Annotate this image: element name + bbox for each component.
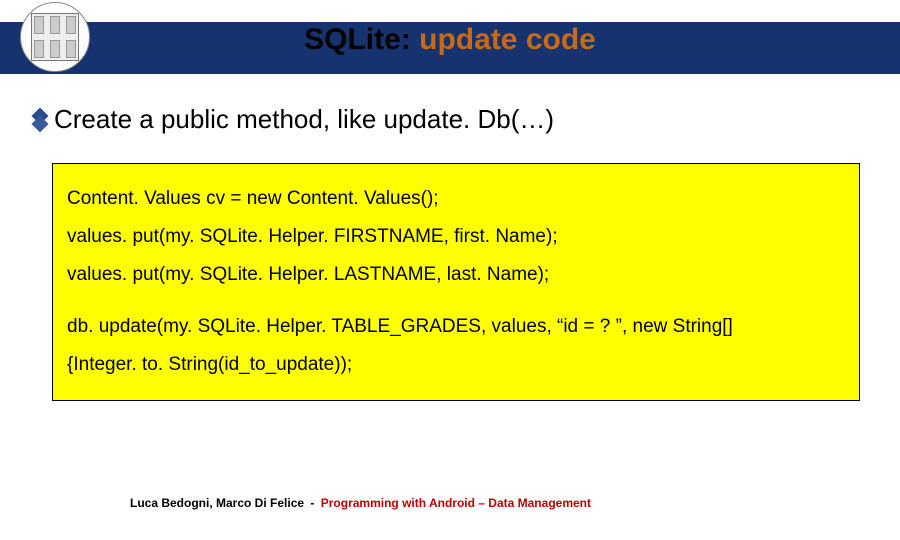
code-line-4: db. update(my. SQLite. Helper. TABLE_GRA… xyxy=(67,308,845,346)
header-white-band xyxy=(0,0,900,22)
diamond-bullet-icon xyxy=(30,110,50,130)
slide-title: SQLite: update code xyxy=(0,22,900,58)
slide-content: Create a public method, like update. Db(… xyxy=(0,74,900,401)
code-box: Content. Values cv = new Content. Values… xyxy=(52,163,860,401)
code-blank-line xyxy=(67,294,845,308)
footer-dash: - xyxy=(310,496,314,510)
code-line-5: {Integer. to. String(id_to_update)); xyxy=(67,346,845,384)
title-accent: update code xyxy=(419,23,596,56)
footer-authors: Luca Bedogni, Marco Di Felice xyxy=(130,496,304,510)
slide-header: SQLite: update code xyxy=(0,0,900,74)
footer-course: Programming with Android – Data Manageme… xyxy=(321,496,591,510)
code-line-1: Content. Values cv = new Content. Values… xyxy=(67,180,845,218)
bullet-line: Create a public method, like update. Db(… xyxy=(30,104,870,135)
slide-footer: Luca Bedogni, Marco Di Felice - Programm… xyxy=(130,496,591,510)
code-line-3: values. put(my. SQLite. Helper. LASTNAME… xyxy=(67,256,845,294)
code-line-2: values. put(my. SQLite. Helper. FIRSTNAM… xyxy=(67,218,845,256)
title-prefix: SQLite: xyxy=(304,23,419,56)
bullet-text: Create a public method, like update. Db(… xyxy=(54,104,554,135)
